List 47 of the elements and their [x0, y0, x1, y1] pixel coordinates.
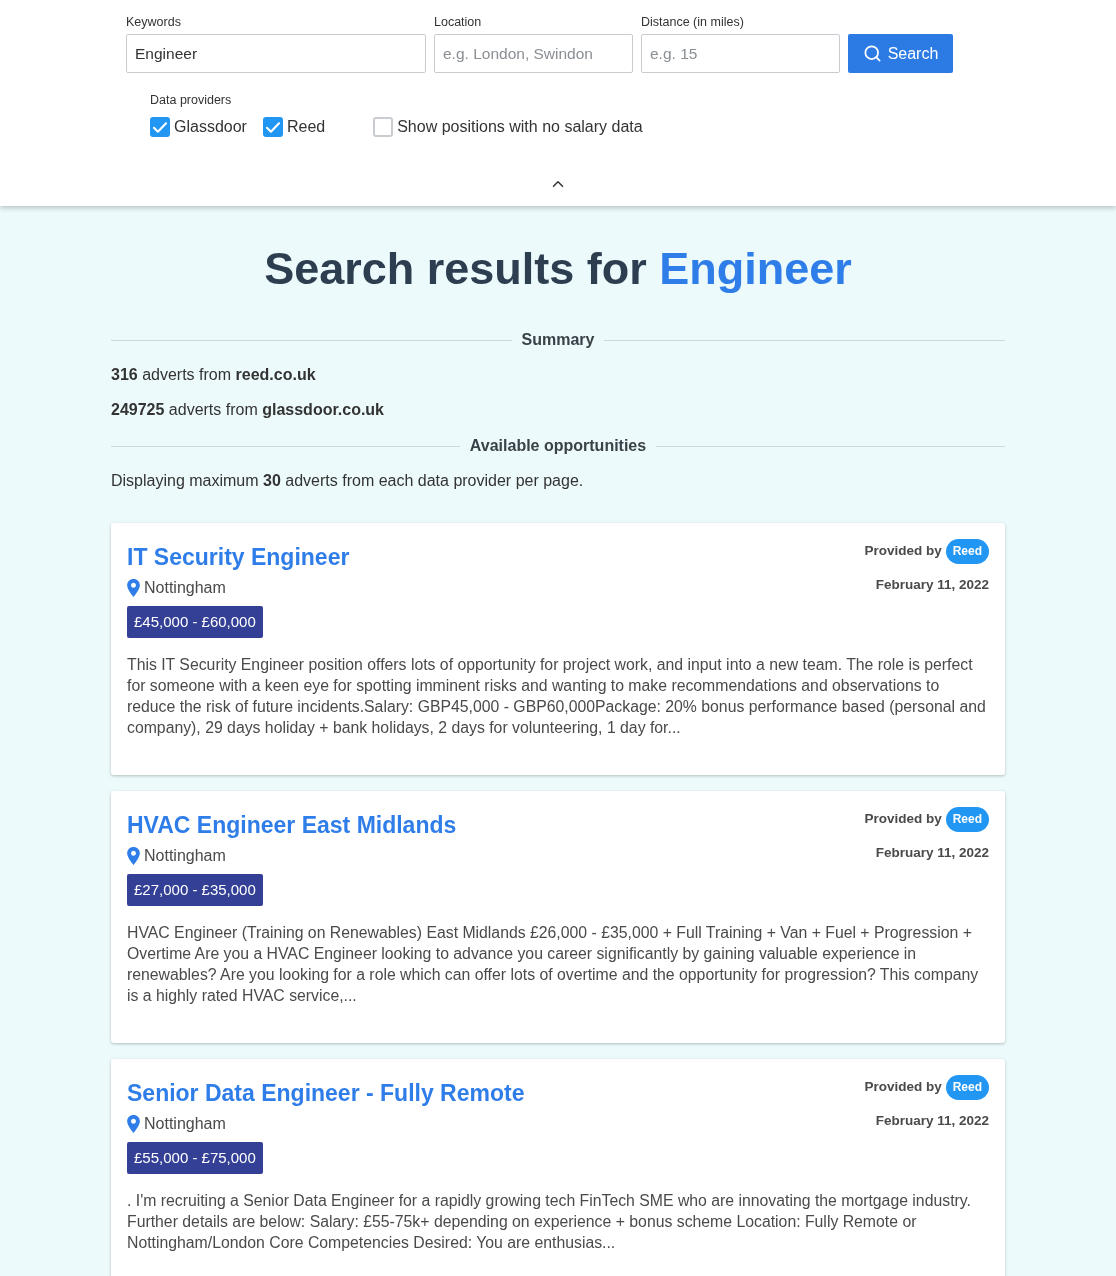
checkbox[interactable] — [262, 117, 283, 137]
section-divider-title: Summary — [521, 330, 595, 350]
provider-badge: Reed — [945, 539, 989, 564]
search-button[interactable]: Search — [848, 34, 953, 73]
summary-line: 249725 adverts from glassdoor.co.uk — [111, 400, 385, 420]
text-field[interactable]: e.g. London, Swindon — [434, 34, 633, 73]
section-divider-title: Available opportunities — [469, 436, 647, 456]
checkbox[interactable] — [150, 117, 170, 137]
text-field[interactable]: e.g. 15 — [641, 34, 840, 73]
field-label: Location — [434, 14, 483, 30]
section-label: Data providers — [150, 93, 232, 107]
job-location: Nottingham — [144, 578, 226, 598]
checkbox-label[interactable]: Glassdoor — [174, 116, 247, 138]
posting-date: February 11, 2022 — [875, 576, 989, 594]
posting-date: February 11, 2022 — [875, 1112, 989, 1130]
summary-line: 316 adverts from reed.co.uk — [111, 365, 317, 385]
display-note: Displaying maximum 30 adverts from each data provider per page. — [111, 471, 585, 491]
location-pin-icon — [127, 1115, 140, 1133]
job-location: Nottingham — [144, 846, 226, 866]
job-title-link[interactable]: IT Security Engineer — [127, 539, 350, 575]
checkbox-label[interactable]: Show positions with no salary data — [397, 116, 643, 138]
job-title-link[interactable]: HVAC Engineer East Midlands — [127, 807, 457, 843]
job-description: HVAC Engineer (Training on Renewables) East Midlands £26,000 - £35,000 + Full Training + Van + Fuel + Progression + Overtime Are you a HVAC Engineer looking to advance you career significantly by gaining valuable experience in renewables? Are you looking for a role which can offer lots of overtime and the opportunity for progression? This company is a highly rated HVAC service,... — [127, 923, 980, 1006]
salary-badge: £45,000 - £60,000 — [127, 606, 263, 638]
text-field[interactable]: Engineer — [126, 34, 426, 73]
provider-label: Provided by — [864, 1078, 942, 1097]
search-icon — [862, 44, 882, 63]
location-pin-icon — [127, 579, 140, 597]
job-description: . I'm recruiting a Senior Data Engineer for a rapidly growing tech FinTech SME who are innovating the mortgage industry. Further details are below: Salary: £55-75k+ depending on experience + bonus scheme Location: Fully Remote or Nottingham/London Core Competencies Desired: You are enthusias... — [127, 1191, 972, 1253]
job-description: This IT Security Engineer position offers lots of opportunity for project work, and input into a new team. The role is perfect for someone with a keen eye for spotting imminent risks and wanting to make recommendations and observations to reduce the risk of future incidents.Salary: GBP45,000 - GBP60,000Package: 20% bonus performance based (personal and company), 29 days holiday + bank holidays, 2 days for volunteering, 1 day for... — [127, 655, 987, 738]
location-pin-icon — [127, 847, 140, 865]
provider-label: Provided by — [864, 542, 942, 561]
results-heading: Search results for Engineer — [264, 242, 852, 296]
salary-badge: £27,000 - £35,000 — [127, 874, 263, 906]
field-label: Distance (in miles) — [641, 14, 745, 30]
checkmark-icon — [153, 121, 167, 133]
checkmark-icon — [265, 121, 280, 133]
posting-date: February 11, 2022 — [875, 844, 989, 862]
provider-label: Provided by — [864, 810, 942, 829]
job-title-link[interactable]: Senior Data Engineer - Fully Remote — [127, 1075, 525, 1111]
checkbox[interactable] — [373, 117, 394, 137]
checkbox-label[interactable]: Reed — [286, 116, 326, 138]
salary-badge: £55,000 - £75,000 — [127, 1142, 263, 1174]
field-label: Keywords — [126, 14, 182, 30]
job-location: Nottingham — [144, 1114, 226, 1134]
provider-badge: Reed — [945, 807, 989, 832]
provider-badge: Reed — [945, 1075, 989, 1100]
